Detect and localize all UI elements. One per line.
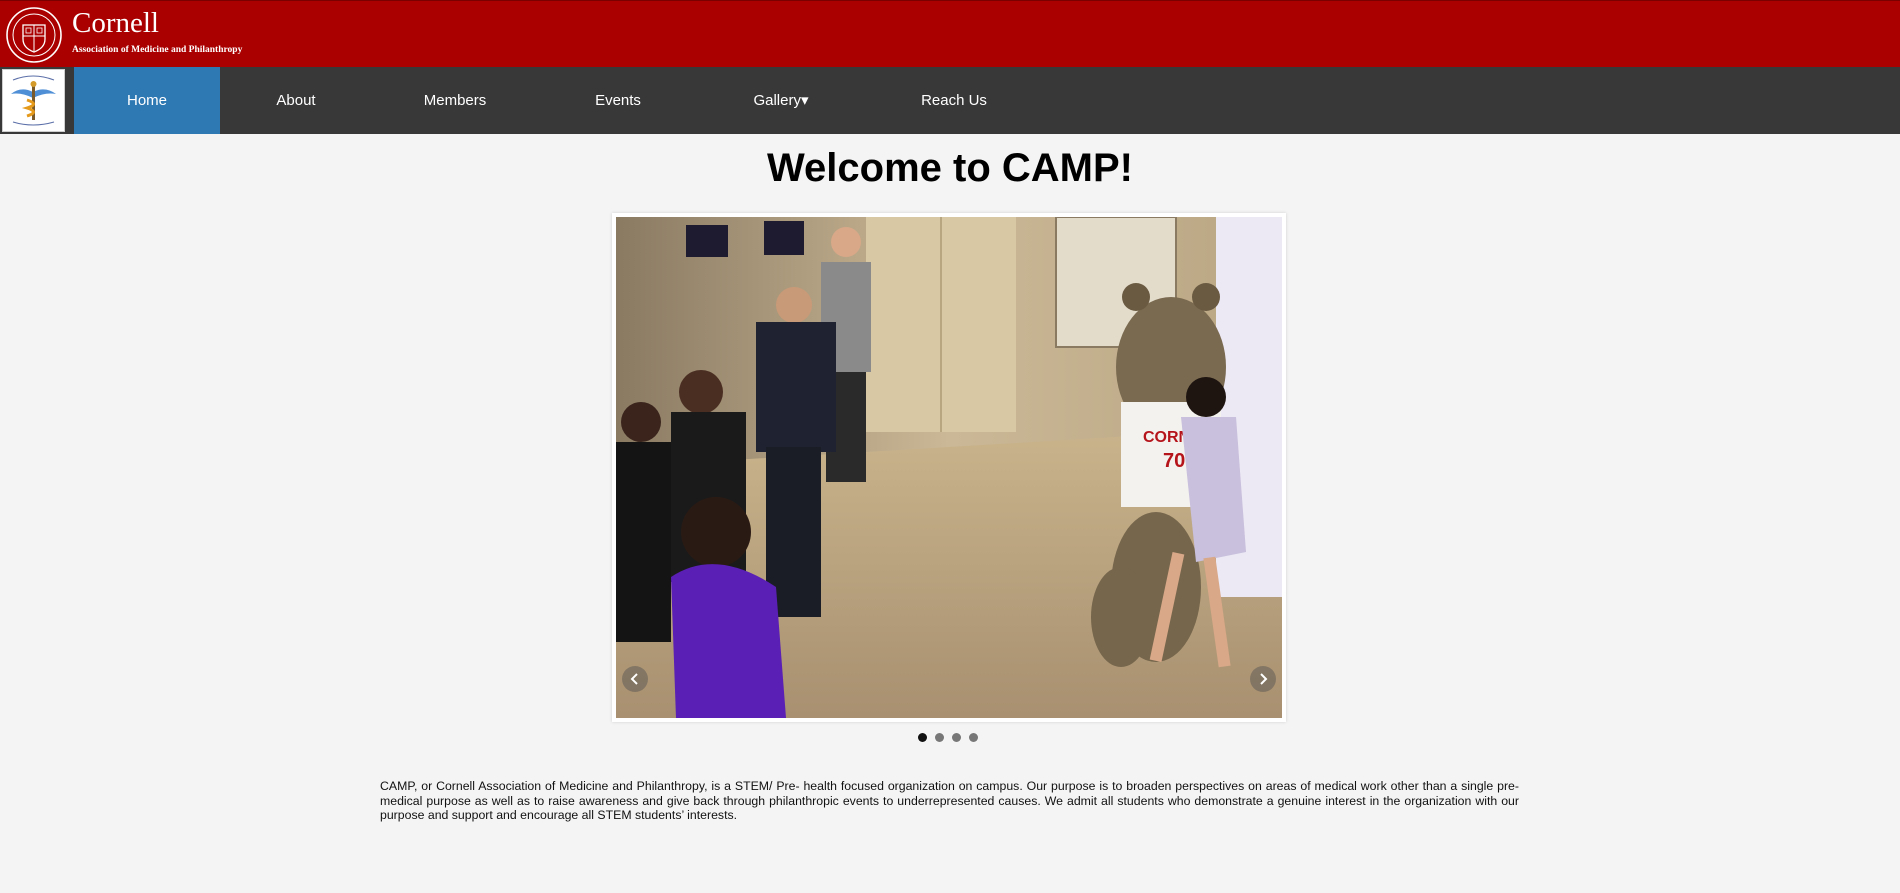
nav-item-reach-us[interactable]: Reach Us — [904, 67, 1004, 134]
page-title: Welcome to CAMP! — [767, 146, 1133, 190]
camp-caduceus-logo-icon[interactable] — [2, 69, 65, 132]
svg-text:70: 70 — [1163, 450, 1185, 472]
nav-item-about[interactable]: About — [246, 67, 346, 134]
nav-item-members[interactable]: Members — [405, 67, 505, 134]
main-nav: Home About Members Events Gallery▾ Reach… — [0, 67, 1900, 134]
intro-paragraph: CAMP, or Cornell Association of Medicine… — [380, 779, 1519, 823]
site-subtitle: Association of Medicine and Philanthropy — [72, 45, 243, 55]
slide-dot-1[interactable] — [918, 733, 927, 742]
chevron-right-icon[interactable] — [1250, 666, 1276, 692]
nav-item-gallery[interactable]: Gallery▾ — [731, 67, 831, 134]
nav-item-events[interactable]: Events — [568, 67, 668, 134]
slide-dot-3[interactable] — [952, 733, 961, 742]
slide-dot-2[interactable] — [935, 733, 944, 742]
chevron-left-icon[interactable] — [622, 666, 648, 692]
site-title: Cornell — [72, 7, 159, 39]
cornell-seal-icon[interactable] — [5, 6, 63, 64]
site-banner: Cornell Association of Medicine and Phil… — [0, 0, 1900, 67]
slide-image: CORNELL 70 — [616, 217, 1282, 718]
photo-slideshow[interactable]: CORNELL 70 — [612, 213, 1286, 722]
slide-dot-4[interactable] — [969, 733, 978, 742]
nav-item-home[interactable]: Home — [74, 67, 220, 134]
